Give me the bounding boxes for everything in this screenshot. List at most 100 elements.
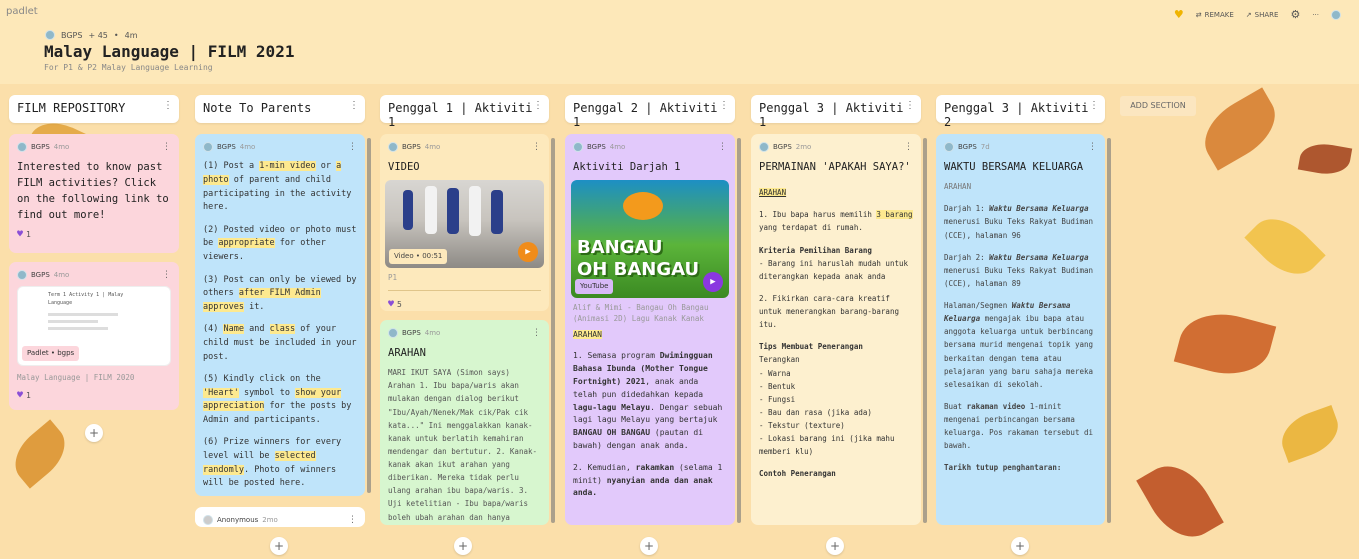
post-body: ARAHAN 1. Ibu bapa harus memilih 3 baran… xyxy=(759,188,913,479)
video-duration-chip: Video • 00:51 xyxy=(389,248,448,265)
gear-icon[interactable]: ⚙ xyxy=(1290,8,1300,21)
avatar xyxy=(203,142,213,153)
post-author: BGPS xyxy=(958,142,977,151)
post-card[interactable]: BGPS 4mo ⋮ VIDEO Video • 00:51 ▶ P1 ♥ 5 xyxy=(380,134,549,311)
avatar xyxy=(388,328,398,339)
padlet-header: padlet BGPS + 45 • 4m Malay Language | F… xyxy=(0,0,1359,84)
post-time: 4mo xyxy=(53,270,70,279)
column-title: FILM REPOSITORY xyxy=(17,101,126,115)
post-author: BGPS xyxy=(402,142,421,151)
add-post-button[interactable]: + xyxy=(454,537,472,555)
column-header-note-to-parents[interactable]: Note To Parents ⋮ xyxy=(195,95,365,123)
thumbnail-title: Term 1 Activity 1 | Malay Language xyxy=(48,292,124,307)
column-scrollbar[interactable] xyxy=(551,138,555,523)
share-icon: ↗ xyxy=(1245,10,1252,19)
add-post-button[interactable]: + xyxy=(1011,537,1029,555)
heart-icon[interactable]: ♥ xyxy=(1174,8,1184,21)
kebab-icon[interactable]: ⋮ xyxy=(349,100,359,111)
kebab-icon[interactable]: ⋮ xyxy=(162,268,171,282)
column-header-penggal2[interactable]: Penggal 2 | Aktiviti 1 ⋮ xyxy=(565,95,735,129)
add-post-button[interactable]: + xyxy=(640,537,658,555)
kebab-icon[interactable]: ⋮ xyxy=(905,100,915,111)
share-button[interactable]: ↗ SHARE xyxy=(1246,11,1279,19)
link-caption: Malay Language | FILM 2020 xyxy=(17,373,135,383)
kebab-icon[interactable]: ⋮ xyxy=(348,140,357,154)
heart-icon: ♥ xyxy=(17,390,24,402)
avatar xyxy=(17,142,27,153)
add-post-button[interactable]: + xyxy=(85,424,103,442)
kebab-icon[interactable]: ⋮ xyxy=(533,100,543,111)
contributor-count: + 45 xyxy=(88,30,108,40)
kebab-icon[interactable]: ⋮ xyxy=(1088,140,1097,154)
video-caption: P1 xyxy=(388,273,398,283)
like-button[interactable]: ♥ 1 xyxy=(9,225,179,245)
column-scrollbar[interactable] xyxy=(737,138,741,523)
kebab-icon[interactable]: ⋮ xyxy=(532,326,541,340)
heart-icon: ♥ xyxy=(17,229,24,241)
post-card[interactable]: BGPS 2mo ⋮ PERMAINAN 'APAKAH SAYA?' ARAHAN… xyxy=(751,134,921,525)
kebab-icon[interactable]: ⋮ xyxy=(532,140,541,154)
remake-button[interactable]: ⇄ REMAKE xyxy=(1196,11,1234,19)
add-post-button[interactable]: + xyxy=(826,537,844,555)
kebab-icon[interactable]: ⋮ xyxy=(162,140,171,154)
remake-icon: ⇄ xyxy=(1195,10,1202,19)
heart-icon: ♥ xyxy=(388,299,395,311)
kebab-icon[interactable]: ⋮ xyxy=(348,513,357,527)
like-button[interactable]: ♥ 5 xyxy=(380,295,549,311)
column-scrollbar[interactable] xyxy=(923,138,927,523)
more-button[interactable]: ··· xyxy=(1312,11,1319,19)
post-time: 4mo xyxy=(609,142,626,151)
kebab-icon[interactable]: ⋮ xyxy=(719,100,729,111)
post-author: BGPS xyxy=(31,142,50,151)
avatar xyxy=(203,515,213,526)
post-time: 2mo xyxy=(795,142,812,151)
post-author: BGPS xyxy=(773,142,792,151)
avatar xyxy=(45,30,55,40)
padlet-meta: BGPS + 45 • 4m xyxy=(45,30,138,40)
updated-time: 4m xyxy=(124,30,138,40)
column-header-film-repository[interactable]: FILM REPOSITORY ⋮ xyxy=(9,95,179,123)
section-label: ARAHAN xyxy=(573,329,602,339)
kebab-icon[interactable]: ⋮ xyxy=(1089,100,1099,111)
play-icon[interactable]: ▶ xyxy=(703,272,723,293)
kebab-icon[interactable]: ⋮ xyxy=(163,100,173,111)
column-header-penggal3-a1[interactable]: Penggal 3 | Aktiviti 1 ⋮ xyxy=(751,95,921,129)
play-icon[interactable]: ▶ xyxy=(518,242,538,263)
column-scrollbar[interactable] xyxy=(1107,138,1111,523)
video-thumbnail[interactable]: Video • 00:51 ▶ xyxy=(385,180,544,269)
add-section-button[interactable]: ADD SECTION xyxy=(1120,96,1196,116)
avatar xyxy=(944,142,954,153)
post-card[interactable]: BGPS 4mo ⋮ Aktiviti Darjah 1 BANGAU OH BAN… xyxy=(565,134,735,525)
add-post-button[interactable]: + xyxy=(270,537,288,555)
link-thumbnail[interactable]: Term 1 Activity 1 | Malay Language Padle… xyxy=(17,286,171,367)
post-body: (1) Post a 1-min video or a photo of par… xyxy=(203,161,357,489)
column-header-penggal3-a2[interactable]: Penggal 3 | Aktiviti 2 ⋮ xyxy=(936,95,1105,129)
like-count: 5 xyxy=(397,299,402,309)
post-card[interactable]: BGPS 4mo ⋮ Term 1 Activity 1 | Malay Langu… xyxy=(9,262,179,410)
post-time: 4mo xyxy=(424,328,441,337)
column-header-penggal1[interactable]: Penggal 1 | Aktiviti 1 ⋮ xyxy=(380,95,549,129)
avatar xyxy=(573,142,583,153)
avatar xyxy=(388,142,398,153)
post-card[interactable]: BGPS 4mo ⋮ Interested to know past FILM ac… xyxy=(9,134,179,253)
remake-label: REMAKE xyxy=(1204,10,1234,19)
kebab-icon[interactable]: ⋮ xyxy=(718,140,727,154)
user-avatar[interactable] xyxy=(1331,9,1341,20)
post-card[interactable]: BGPS 7d ⋮ WAKTU BERSAMA KELUARGA ARAHAN Da… xyxy=(936,134,1105,525)
video-caption: Alif & Mimi - Bangau Oh Bangau (Animasi … xyxy=(573,303,709,324)
kebab-icon[interactable]: ⋮ xyxy=(904,140,913,154)
post-author: BGPS xyxy=(217,142,236,151)
post-card[interactable]: BGPS 4mo ⋮ (1) Post a 1-min video or a pho… xyxy=(195,134,365,496)
post-card[interactable]: Anonymous 2mo ⋮ xyxy=(195,507,365,527)
share-label: SHARE xyxy=(1254,10,1279,19)
page-subtitle: For P1 & P2 Malay Language Learning xyxy=(44,63,213,72)
post-time: 4mo xyxy=(424,142,441,151)
dot-separator: • xyxy=(113,30,119,40)
video-thumbnail[interactable]: BANGAU OH BANGAU YouTube ▶ xyxy=(571,180,729,299)
author-name: BGPS xyxy=(61,30,83,40)
padlet-logo[interactable]: padlet xyxy=(6,6,38,17)
like-button[interactable]: ♥ 1 xyxy=(9,386,179,406)
column-scrollbar[interactable] xyxy=(367,138,371,493)
post-body: ARAHAN Darjah 1: Waktu Bersama Keluarga … xyxy=(944,182,1094,473)
post-card[interactable]: BGPS 4mo ⋮ ARAHAN MARI IKUT SAYA (Simon sa… xyxy=(380,320,549,525)
